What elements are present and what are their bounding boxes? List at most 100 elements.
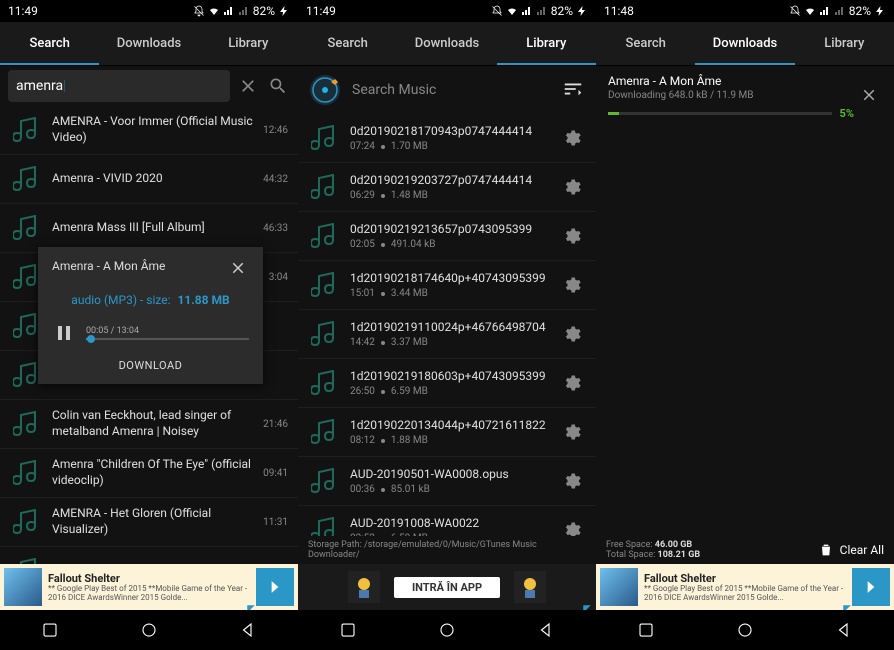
nav-recent[interactable]: [626, 610, 666, 650]
result-duration: 11:31: [263, 517, 288, 528]
library-row[interactable]: AUD-20191008-WA0022 02:526.59 MB: [298, 506, 596, 536]
bolt-icon: [874, 5, 886, 17]
nav-back[interactable]: [824, 610, 864, 650]
nav-back[interactable]: [526, 610, 566, 650]
file-options-button[interactable]: [558, 467, 586, 495]
file-options-button[interactable]: [558, 320, 586, 348]
sort-button[interactable]: [562, 78, 586, 102]
file-title: AUD-20191008-WA0022: [350, 516, 548, 532]
file-title: 0d20190219203727p0747444414: [350, 173, 548, 189]
nav-recent[interactable]: [328, 610, 368, 650]
ad-banner[interactable]: Fallout Shelter ** Google Play Best of 2…: [0, 564, 298, 610]
ad-open-button[interactable]: [852, 568, 890, 606]
library-row[interactable]: AUD-20190501-WA0008.opus 00:3685.01 kB: [298, 457, 596, 506]
file-options-button[interactable]: [558, 271, 586, 299]
signal-icon: [521, 5, 533, 17]
ad-cta-button[interactable]: INTRĂ ÎN APP: [394, 577, 500, 598]
library-list: 0d20190218170943p0747444414 07:241.70 MB…: [298, 114, 596, 536]
search-result-row[interactable]: Amenra "Aorte.Ritual" 23.10 live dvd 18:…: [0, 547, 298, 564]
storage-info: Free Space: 46.00 GB Total Space: 108.21…: [596, 536, 894, 564]
file-options-button[interactable]: [558, 516, 586, 536]
file-options-button[interactable]: [558, 369, 586, 397]
music-icon: [10, 506, 42, 538]
nav-recent[interactable]: [30, 610, 70, 650]
result-duration: 09:41: [263, 468, 288, 479]
search-result-row[interactable]: Amenra Mass III [Full Album] 46:33: [0, 204, 298, 253]
bolt-icon: [576, 5, 588, 17]
ad-info-icon[interactable]: [842, 599, 852, 609]
library-row[interactable]: 0d20190219203727p0747444414 06:291.48 MB: [298, 163, 596, 212]
tab-search[interactable]: Search: [298, 22, 397, 65]
file-title: 0d20190218170943p0747444414: [350, 124, 548, 140]
file-options-button[interactable]: [558, 418, 586, 446]
file-title: 0d20190219213657p0743095399: [350, 222, 548, 238]
file-options-button[interactable]: [558, 124, 586, 152]
library-row[interactable]: 0d20190218170943p0747444414 07:241.70 MB: [298, 114, 596, 163]
ad-info-icon[interactable]: [246, 599, 256, 609]
wifi-icon: [506, 5, 518, 17]
result-title: Amenra "Children Of The Eye" (official v…: [52, 457, 253, 488]
search-result-row[interactable]: AMENRA - Voor Immer (Official Music Vide…: [0, 106, 298, 155]
clear-all-button[interactable]: Clear All: [818, 542, 884, 558]
search-button[interactable]: [266, 74, 290, 98]
seek-bar[interactable]: [86, 338, 249, 340]
popup-close-button[interactable]: [229, 259, 249, 279]
ad-title: Fallout Shelter: [48, 572, 250, 585]
clear-search-button[interactable]: [236, 74, 260, 98]
file-title: 1d20190219110024p+46766498704: [350, 320, 548, 336]
library-row[interactable]: 0d20190219213657p0743095399 02:05491.04 …: [298, 212, 596, 261]
library-row[interactable]: 1d20190220134044p+40721611822 08:121.88 …: [298, 408, 596, 457]
library-search-input[interactable]: [352, 82, 552, 98]
library-row[interactable]: 1d20190218174640p+40743095399 15:013.44 …: [298, 261, 596, 310]
file-meta: 06:291.48 MB: [350, 190, 548, 201]
file-options-button[interactable]: [558, 222, 586, 250]
library-row[interactable]: 1d20190219180603p+40743095399 26:506.59 …: [298, 359, 596, 408]
battery-pct: 82%: [849, 4, 871, 18]
tab-downloads[interactable]: Downloads: [99, 22, 198, 65]
tab-downloads[interactable]: Downloads: [397, 22, 496, 65]
music-icon: [308, 220, 340, 252]
wifi-icon: [208, 5, 220, 17]
nav-home[interactable]: [129, 610, 169, 650]
file-meta: 15:013.44 MB: [350, 288, 548, 299]
music-icon: [308, 171, 340, 203]
file-meta: 07:241.70 MB: [350, 141, 548, 152]
playback-time: 00:05 / 13:04: [86, 326, 249, 336]
download-percent: 5%: [840, 107, 854, 120]
tab-library[interactable]: Library: [199, 22, 298, 65]
download-button[interactable]: DOWNLOAD: [52, 359, 249, 372]
music-icon: [10, 408, 42, 440]
music-icon: [308, 269, 340, 301]
status-bar: 11:48 82%: [596, 0, 894, 22]
download-item[interactable]: Amenra - A Mon Âme Downloading 648.0 kB …: [596, 66, 894, 128]
search-input-value[interactable]: amenra: [16, 78, 63, 94]
tab-library[interactable]: Library: [795, 22, 894, 65]
status-bar: 11:49 82%: [0, 0, 298, 22]
ad-desc: ** Google Play Best of 2015 **Mobile Gam…: [48, 585, 250, 603]
search-result-row[interactable]: Amenra "Children Of The Eye" (official v…: [0, 449, 298, 498]
file-meta: 08:121.88 MB: [350, 435, 548, 446]
ad-info-icon[interactable]: [582, 599, 592, 609]
search-box[interactable]: amenra|: [8, 70, 230, 102]
ad-open-button[interactable]: [256, 568, 294, 606]
cancel-download-button[interactable]: [860, 86, 882, 108]
ad-thumb-icon: [4, 568, 42, 606]
file-options-button[interactable]: [558, 173, 586, 201]
nav-back[interactable]: [228, 610, 268, 650]
search-result-row[interactable]: Amenra - VIVID 2020 44:32: [0, 155, 298, 204]
search-result-row[interactable]: AMENRA - Het Gloren (Official Visualizer…: [0, 498, 298, 547]
music-icon: [10, 555, 42, 564]
tab-search[interactable]: Search: [596, 22, 695, 65]
ad-banner[interactable]: Fallout Shelter ** Google Play Best of 2…: [596, 564, 894, 610]
download-progress-bar: [608, 112, 832, 115]
status-bar: 11:49 82%: [298, 0, 596, 22]
tab-downloads[interactable]: Downloads: [695, 22, 794, 65]
pause-button[interactable]: [52, 321, 76, 345]
ad-banner[interactable]: INTRĂ ÎN APP: [298, 564, 596, 610]
tab-library[interactable]: Library: [497, 22, 596, 65]
tab-search[interactable]: Search: [0, 22, 99, 65]
search-result-row[interactable]: Colin van Eeckhout, lead singer of metal…: [0, 400, 298, 449]
library-row[interactable]: 1d20190219110024p+46766498704 14:423.37 …: [298, 310, 596, 359]
nav-home[interactable]: [427, 610, 467, 650]
nav-home[interactable]: [725, 610, 765, 650]
